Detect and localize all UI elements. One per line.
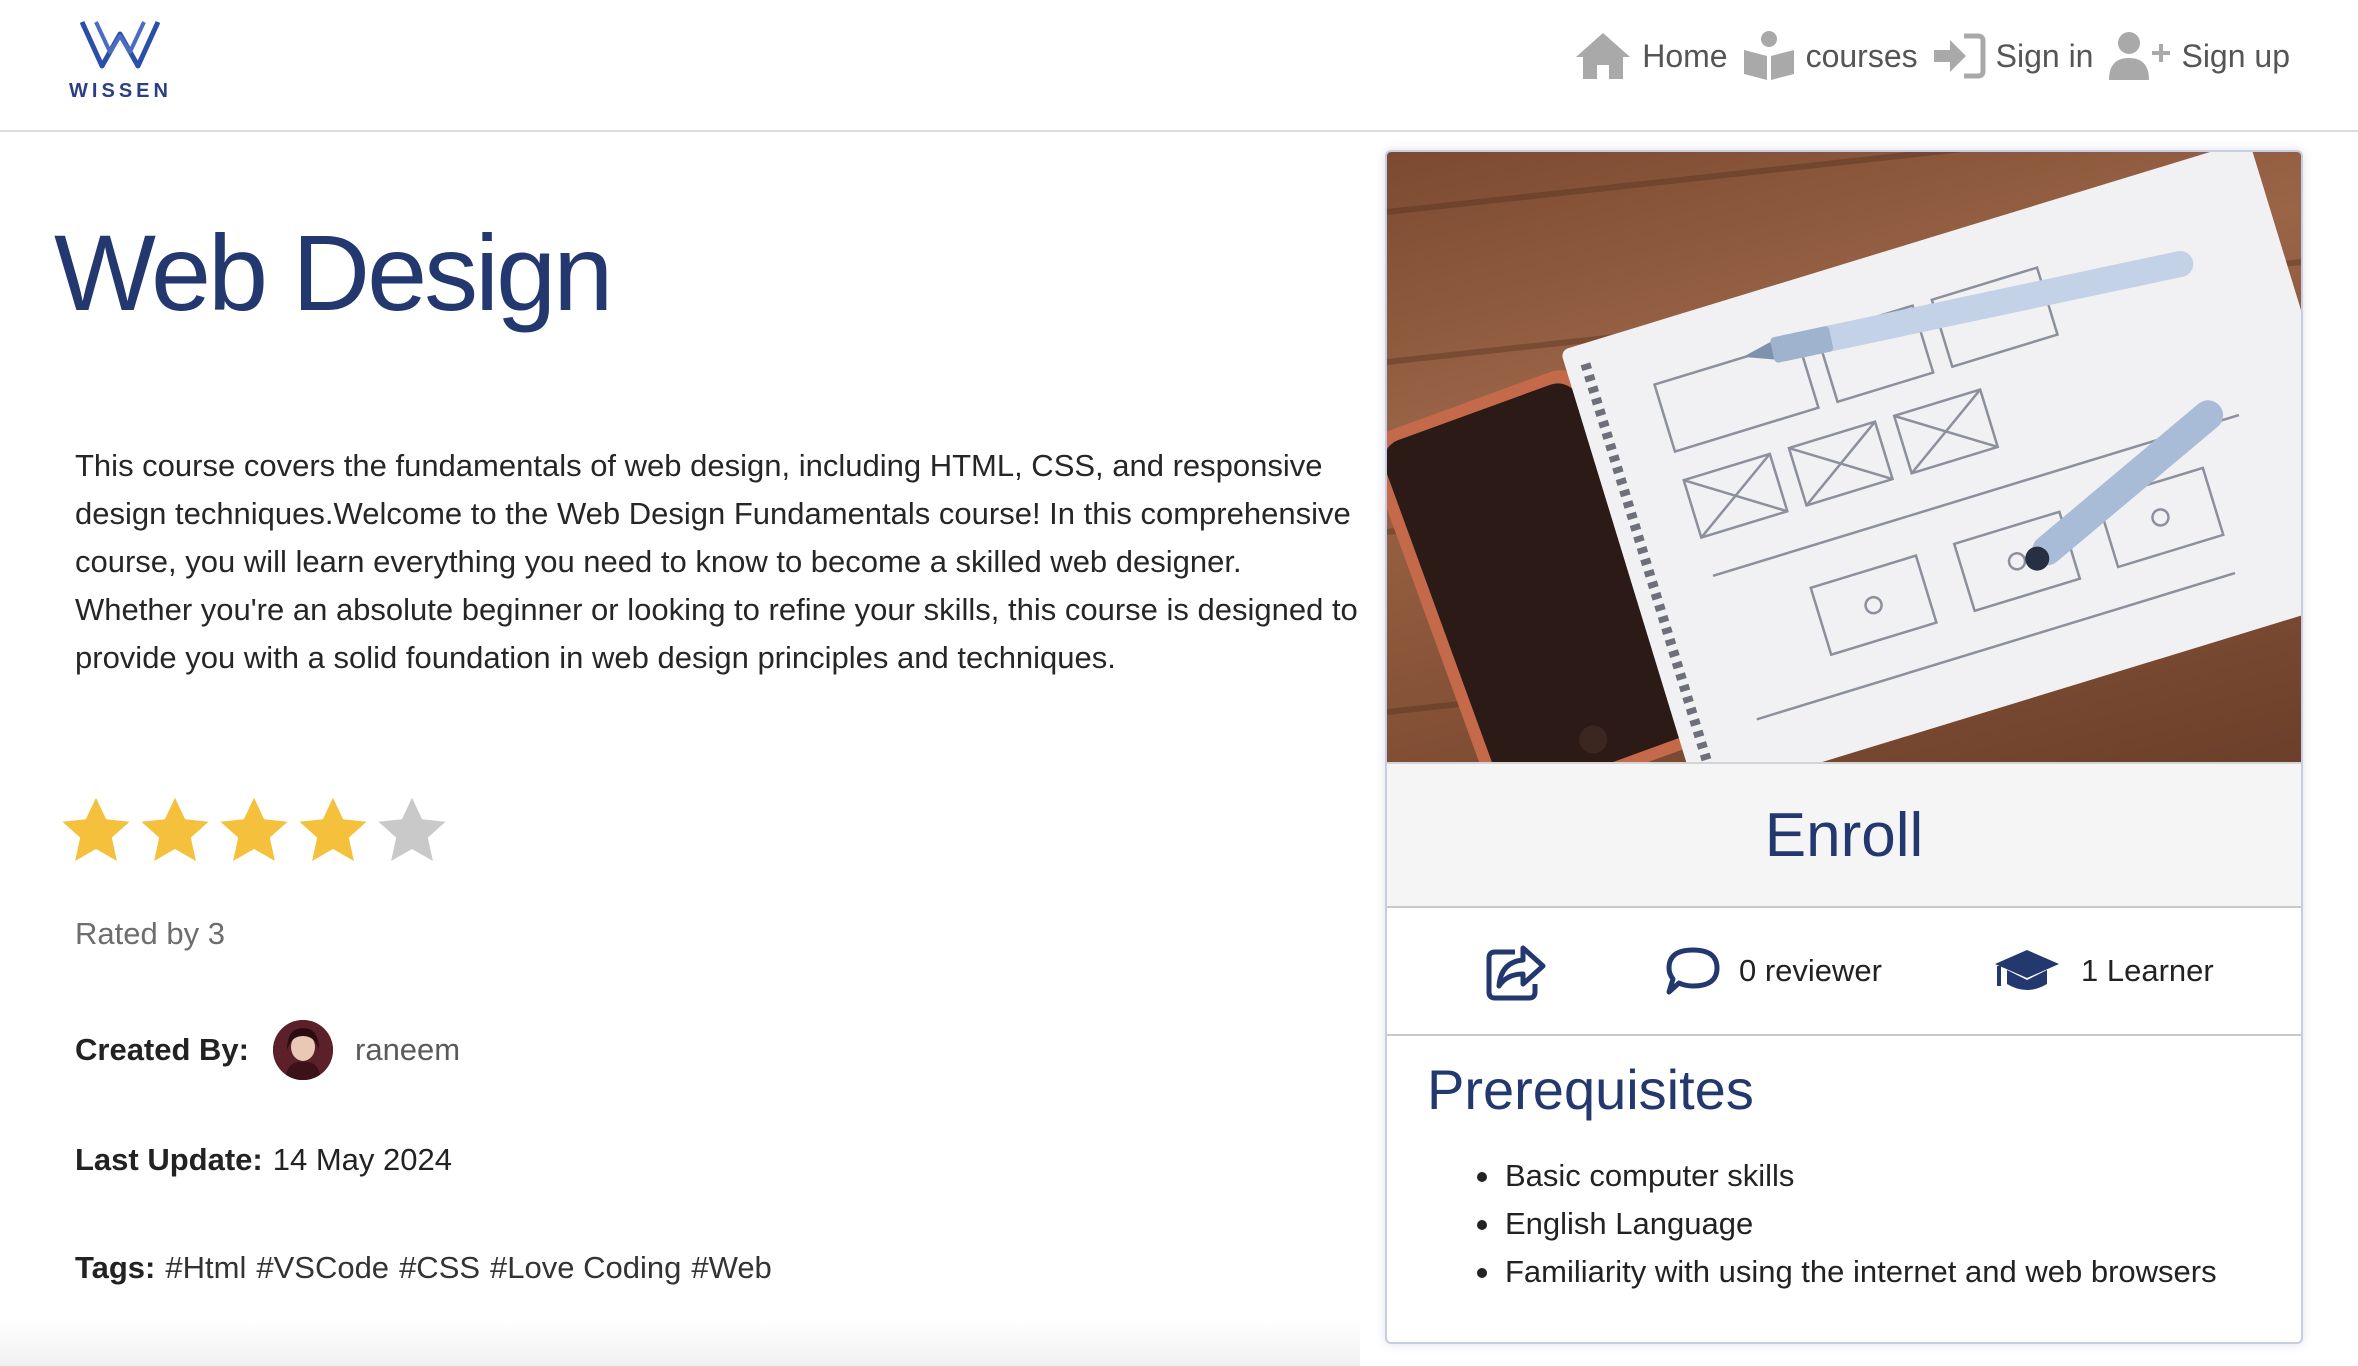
home-icon — [1574, 31, 1632, 81]
star-filled-icon[interactable] — [216, 795, 292, 865]
nav-home-label: Home — [1642, 37, 1728, 74]
star-filled-icon[interactable] — [137, 795, 213, 865]
enroll-button[interactable]: Enroll — [1387, 762, 2301, 908]
prerequisites-title: Prerequisites — [1427, 1058, 1754, 1121]
main-nav: Home courses Sign in Sign up — [1560, 28, 2290, 84]
books-icon — [1742, 30, 1796, 82]
wissen-logo[interactable]: WISSEN — [68, 12, 173, 104]
prerequisite-item: English Language — [1477, 1200, 2217, 1248]
star-rating[interactable] — [58, 795, 453, 865]
last-update-value: 14 May 2024 — [272, 1142, 452, 1177]
nav-sign-up-label: Sign up — [2181, 37, 2290, 74]
learners-count: 1 Learner — [2081, 953, 2214, 988]
logo-text: WISSEN — [69, 80, 172, 102]
reviewers-stat[interactable]: 0 reviewer — [1665, 946, 1882, 996]
last-update-label: Last Update: — [75, 1142, 263, 1177]
nav-sign-in[interactable]: Sign in — [1932, 33, 2094, 79]
top-navbar: WISSEN Home courses Sign in Sign up — [0, 0, 2358, 132]
nav-courses[interactable]: courses — [1742, 30, 1918, 82]
star-filled-icon[interactable] — [295, 795, 371, 865]
tag[interactable]: #CSS — [399, 1250, 480, 1286]
graduation-cap-icon — [1993, 946, 2061, 996]
prerequisite-item: Familiarity with using the internet and … — [1477, 1248, 2217, 1296]
reviewers-count: 0 reviewer — [1739, 953, 1882, 988]
user-plus-icon — [2107, 30, 2171, 82]
nav-home[interactable]: Home — [1574, 31, 1728, 81]
created-by-row: Created By: raneem — [75, 1020, 460, 1080]
prerequisite-item: Basic computer skills — [1477, 1152, 2217, 1200]
tag[interactable]: #Html — [165, 1250, 246, 1286]
tag[interactable]: #VSCode — [256, 1250, 389, 1286]
prerequisites-list: Basic computer skills English Language F… — [1477, 1152, 2217, 1296]
comment-icon — [1665, 946, 1721, 996]
star-empty-icon[interactable] — [374, 795, 450, 865]
bottom-shadow — [0, 1320, 1360, 1366]
nav-sign-up[interactable]: Sign up — [2107, 30, 2290, 82]
course-description: This course covers the fundamentals of w… — [75, 448, 1358, 675]
course-title: Web Design — [54, 212, 613, 333]
author-avatar[interactable] — [273, 1020, 333, 1080]
logo-mark-icon — [80, 20, 160, 69]
author-name[interactable]: raneem — [355, 1032, 460, 1068]
course-card: Enroll 0 reviewer 1 Learner Prerequisite… — [1385, 150, 2303, 1344]
course-cover-image — [1387, 152, 2301, 762]
sign-in-icon — [1932, 33, 1986, 79]
created-by-label: Created By: — [75, 1032, 249, 1067]
tag[interactable]: #Love Coding — [490, 1250, 681, 1286]
tag[interactable]: #Web — [691, 1250, 771, 1286]
rated-by-count: Rated by 3 — [75, 916, 225, 951]
learners-stat[interactable]: 1 Learner — [1993, 946, 2214, 996]
last-update-row: Last Update: 14 May 2024 — [75, 1142, 452, 1178]
nav-courses-label: courses — [1805, 37, 1918, 74]
star-filled-icon[interactable] — [58, 795, 134, 865]
nav-sign-in-label: Sign in — [1995, 37, 2094, 74]
course-stats: 0 reviewer 1 Learner — [1387, 908, 2301, 1036]
tags-row: Tags: #Html #VSCode #CSS #Love Coding #W… — [75, 1250, 782, 1286]
share-icon[interactable] — [1485, 944, 1547, 1002]
enroll-label: Enroll — [1764, 800, 1924, 870]
tags-label: Tags: — [75, 1250, 156, 1285]
